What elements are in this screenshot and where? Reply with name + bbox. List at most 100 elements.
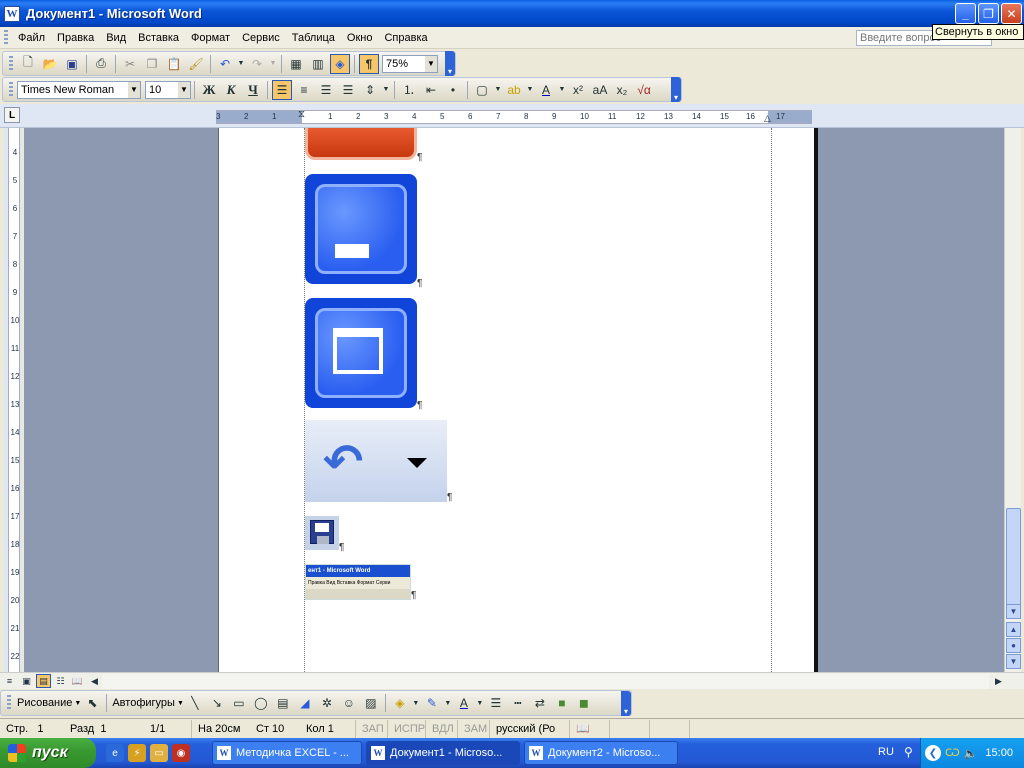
- previous-page-button[interactable]: ▲: [1006, 622, 1021, 637]
- close-button[interactable]: ✕: [1001, 3, 1022, 24]
- open-folder-icon[interactable]: 📂: [40, 54, 60, 74]
- menu-format[interactable]: Формат: [185, 32, 236, 44]
- fill-color-dropdown-icon[interactable]: ▼: [412, 693, 420, 713]
- arrow-style-icon[interactable]: ⇄: [530, 693, 550, 713]
- line-style-icon[interactable]: ☰: [486, 693, 506, 713]
- menu-tools[interactable]: Сервис: [236, 32, 286, 44]
- dash-style-icon[interactable]: ┅: [508, 693, 528, 713]
- line-color-icon[interactable]: ✎: [422, 693, 442, 713]
- undo-icon[interactable]: ↶: [215, 54, 235, 74]
- autoshapes-menu-button[interactable]: Автофигуры: [110, 697, 177, 709]
- toolbar-options-button[interactable]: ▾: [621, 690, 631, 716]
- vertical-scrollbar[interactable]: ▼ ▲ ● ▼: [1004, 128, 1021, 672]
- font-color-dropdown-icon[interactable]: ▼: [558, 80, 566, 100]
- ie-icon[interactable]: e: [106, 744, 124, 762]
- copy-icon[interactable]: ❐: [142, 54, 162, 74]
- menu-view[interactable]: Вид: [100, 32, 132, 44]
- zoom-select[interactable]: 75% ▼: [382, 54, 438, 73]
- scroll-left-button[interactable]: ◀: [87, 674, 102, 688]
- scroll-down-button[interactable]: ▼: [1006, 604, 1021, 619]
- highlight-icon[interactable]: ab: [504, 80, 524, 100]
- change-case-icon[interactable]: aA: [590, 80, 610, 100]
- insert-picture-icon[interactable]: ▨: [361, 693, 381, 713]
- menu-window[interactable]: Окно: [341, 32, 379, 44]
- save-button-image[interactable]: [305, 516, 339, 550]
- redo-dropdown-icon[interactable]: ▼: [269, 54, 277, 74]
- arrow-icon[interactable]: ↘: [207, 693, 227, 713]
- insert-table-icon[interactable]: ▦: [286, 54, 306, 74]
- word-app-icon[interactable]: W: [4, 5, 20, 22]
- underline-button[interactable]: Ч: [243, 80, 263, 100]
- status-language[interactable]: русский (Ро: [490, 719, 570, 738]
- status-track-changes[interactable]: ИСПР: [388, 719, 426, 738]
- status-extend[interactable]: ВДЛ: [426, 719, 458, 738]
- spelling-status-icon[interactable]: 📖: [570, 719, 610, 738]
- indent-marker-icon[interactable]: ⧖: [298, 109, 305, 121]
- vertical-scroll-thumb[interactable]: [1006, 508, 1021, 614]
- tray-app-icon[interactable]: Ѡ: [945, 747, 960, 759]
- task-button-document2[interactable]: W Документ2 - Microso...: [524, 741, 678, 765]
- align-right-icon[interactable]: ☰: [316, 80, 336, 100]
- horizontal-scroll-track[interactable]: [102, 673, 989, 689]
- undo-dropdown-icon[interactable]: ▼: [237, 54, 245, 74]
- highlight-dropdown-icon[interactable]: ▼: [526, 80, 534, 100]
- horizontal-ruler[interactable]: 3 2 1 1 2 3 4 5 6 7 8 9 10 11 12 13 14 1…: [216, 109, 812, 124]
- media-icon[interactable]: ⚡: [128, 744, 146, 762]
- clock[interactable]: 15:00: [985, 747, 1013, 759]
- menu-file[interactable]: Файл: [12, 32, 51, 44]
- new-document-icon[interactable]: 🗋: [18, 54, 38, 74]
- tray-collapse-icon[interactable]: ❮: [925, 745, 941, 761]
- task-button-excel-doc[interactable]: W Методичка EXCEL - ...: [212, 741, 362, 765]
- menu-help[interactable]: Справка: [378, 32, 433, 44]
- font-color-dropdown-icon[interactable]: ▼: [476, 693, 484, 713]
- align-left-icon[interactable]: ☰: [272, 79, 292, 100]
- toolbar-grip[interactable]: [9, 55, 13, 72]
- columns-icon[interactable]: ▥: [308, 54, 328, 74]
- minimize-button-image[interactable]: [305, 174, 417, 284]
- language-indicator[interactable]: RU: [878, 746, 894, 758]
- toolbar-grip[interactable]: [9, 81, 13, 98]
- app-icon[interactable]: ◉: [172, 744, 190, 762]
- next-page-button[interactable]: ▼: [1006, 654, 1021, 669]
- toolbar-options-button[interactable]: ▾: [445, 51, 455, 76]
- shadow-style-icon[interactable]: ■: [552, 693, 572, 713]
- align-center-icon[interactable]: ≡: [294, 80, 314, 100]
- subscript-icon[interactable]: x₂: [612, 80, 632, 100]
- menu-insert[interactable]: Вставка: [132, 32, 185, 44]
- oval-icon[interactable]: ◯: [251, 693, 271, 713]
- menu-edit[interactable]: Правка: [51, 32, 100, 44]
- restore-button[interactable]: ❐: [978, 3, 999, 24]
- cut-icon[interactable]: ✂: [120, 54, 140, 74]
- draw-menu-button[interactable]: Рисование: [15, 697, 74, 709]
- borders-dropdown-icon[interactable]: ▼: [494, 80, 502, 100]
- red-close-button-image[interactable]: [305, 128, 417, 160]
- right-indent-icon[interactable]: △: [764, 112, 771, 124]
- clip-art-icon[interactable]: ☺: [339, 693, 359, 713]
- diagram-icon[interactable]: ✲: [317, 693, 337, 713]
- scroll-right-button[interactable]: ▶: [991, 674, 1006, 688]
- tab-selector[interactable]: L: [4, 107, 20, 123]
- minimize-button[interactable]: _: [955, 3, 976, 24]
- chevron-down-icon[interactable]: ▼: [178, 81, 190, 98]
- fill-color-icon[interactable]: ◈: [390, 693, 410, 713]
- line-spacing-icon[interactable]: ⇕: [360, 80, 380, 100]
- reading-layout-icon[interactable]: 📖: [70, 674, 85, 688]
- task-button-document1[interactable]: W Документ1 - Microso...: [366, 741, 520, 765]
- line-spacing-dropdown-icon[interactable]: ▼: [382, 80, 390, 100]
- document-page[interactable]: ¶ ¶ ¶ ↶ ¶ ¶ ент1 - Microsoft Word Правка…: [218, 128, 814, 672]
- select-browse-object-button[interactable]: ●: [1006, 638, 1021, 653]
- format-painter-icon[interactable]: 🖌: [186, 54, 206, 74]
- start-button[interactable]: пуск: [0, 738, 96, 768]
- print-icon[interactable]: ⎙: [91, 54, 111, 74]
- drawing-icon[interactable]: ◈: [330, 53, 350, 74]
- line-color-dropdown-icon[interactable]: ▼: [444, 693, 452, 713]
- outline-view-icon[interactable]: ☷: [53, 674, 68, 688]
- vertical-ruler[interactable]: 4 5 6 7 8 9 10 11 12 13 14 15 16 17 18 1…: [4, 128, 22, 672]
- font-select[interactable]: Times New Roman ▼: [17, 80, 141, 99]
- menu-grip[interactable]: [4, 29, 8, 46]
- numbering-icon[interactable]: ⒈: [399, 80, 419, 100]
- superscript-icon[interactable]: x²: [568, 80, 588, 100]
- print-layout-icon[interactable]: ▤: [36, 674, 51, 688]
- bullets-icon[interactable]: •: [443, 80, 463, 100]
- toolbar-options-button[interactable]: ▾: [671, 77, 681, 102]
